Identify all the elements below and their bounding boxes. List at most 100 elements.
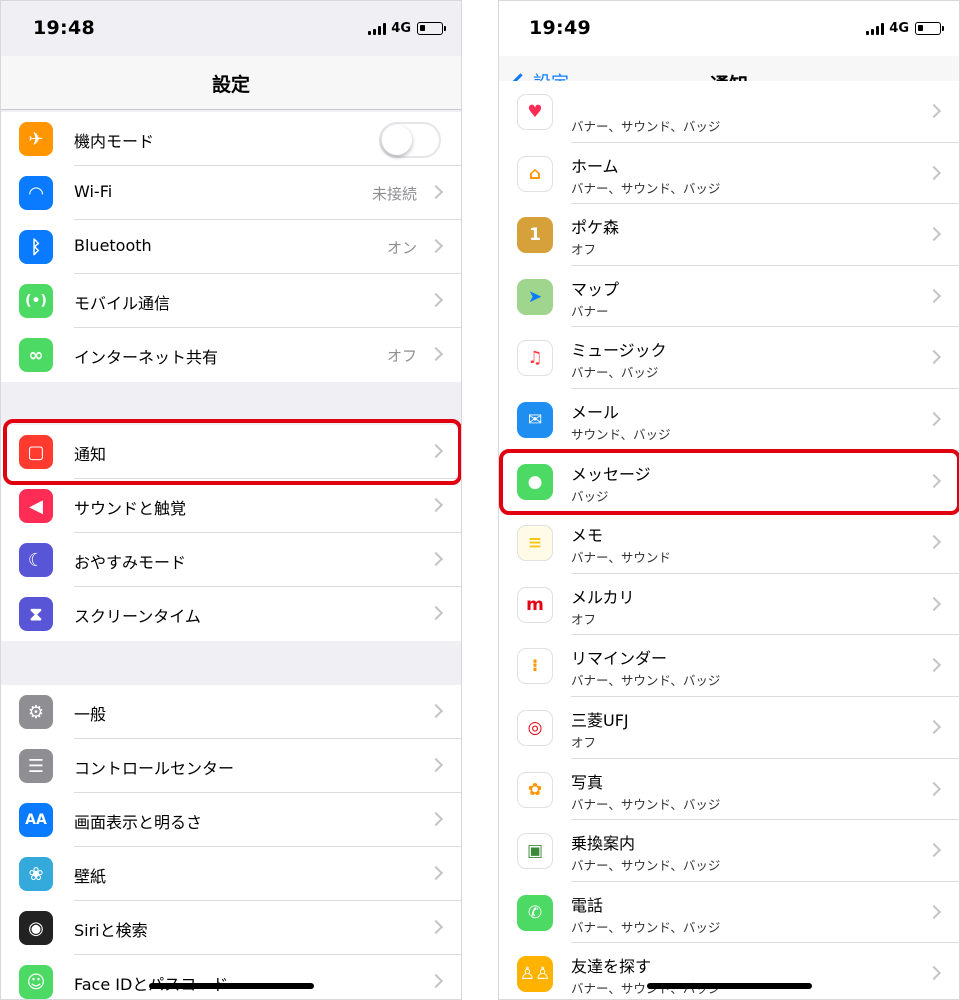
settings-row[interactable]: ⧗ スクリーンタイム	[1, 587, 461, 641]
settings-group-general: ⚙ 一般 ☰ コントロールセンター AA 画面表示と明るさ ❀ 壁紙 ◉ Siriと検索 ☺ Face…	[1, 685, 461, 999]
app-name: ミュージック	[571, 341, 667, 361]
chevron-right-icon	[428, 551, 444, 567]
cellular-signal-icon	[866, 22, 885, 35]
app-notification-row[interactable]: ≡ メモ バナー、サウンド	[499, 512, 959, 574]
bluetooth-icon: ᛒ	[19, 230, 53, 264]
chevron-right-icon	[428, 757, 444, 773]
chevron-right-icon	[428, 238, 444, 254]
settings-row-label: インターネット共有	[74, 348, 219, 367]
chevron-right-icon	[428, 703, 444, 719]
settings-row[interactable]: ☾ おやすみモード	[1, 533, 461, 587]
app-notification-list: ♥ バナー、サウンド、バッジ ⌂ ホーム バナー、サウンド、バッジ 1 ポケ森 オフ ➤ マップバ…	[499, 81, 959, 999]
app-notification-row[interactable]: 1 ポケ森 オフ	[499, 204, 959, 266]
settings-row-label: 機内モード	[74, 132, 155, 151]
moon-icon: ☾	[19, 543, 53, 577]
notification-style: オフ	[571, 242, 597, 258]
app-notification-row[interactable]: ✆ 電話 バナー、サウンド、バッジ	[499, 881, 959, 944]
settings-row-value: オフ	[386, 347, 417, 365]
antenna-icon: (•)	[19, 284, 53, 318]
group-spacer	[1, 382, 461, 425]
chevron-right-icon	[926, 227, 942, 242]
app-name: メール	[571, 402, 620, 422]
settings-row-label: Siriと検索	[74, 921, 148, 940]
settings-row-label: コントロールセンター	[74, 759, 235, 778]
settings-row[interactable]: (•) モバイル通信	[1, 274, 461, 328]
speaker-icon: ◀	[19, 489, 53, 523]
wifi-icon: ◠	[19, 176, 53, 210]
airplane-mode-toggle[interactable]	[379, 122, 441, 158]
app-name: 友達を探す	[571, 957, 652, 977]
settings-row[interactable]: AA 画面表示と明るさ	[1, 793, 461, 847]
photos-icon: ✿	[517, 771, 553, 808]
home-icon: ⌂	[517, 155, 553, 192]
app-notification-row[interactable]: ♥ バナー、サウンド、バッジ	[499, 81, 959, 143]
chevron-right-icon	[428, 973, 444, 989]
settings-row-label: 通知	[74, 445, 107, 464]
app-notification-row[interactable]: ✿ 写真 バナー、サウンド、バッジ	[499, 758, 959, 821]
cellular-signal-icon	[368, 22, 387, 35]
chevron-right-icon	[428, 443, 444, 459]
text-size-icon: AA	[19, 803, 53, 837]
settings-row[interactable]: ∞ インターネット共有 オフ	[1, 328, 461, 382]
chevron-right-icon	[428, 184, 444, 200]
chevron-right-icon	[428, 865, 444, 881]
settings-row-label: サウンドと触覚	[74, 499, 187, 518]
notification-style: バナー、サウンド	[571, 550, 671, 566]
settings-row-label: Wi-Fi	[74, 182, 113, 201]
settings-row-label: Bluetooth	[74, 236, 152, 255]
chevron-right-icon	[428, 497, 444, 513]
chevron-right-icon	[428, 811, 444, 827]
settings-row[interactable]: ◀ サウンドと触覚	[1, 479, 461, 533]
settings-row-value: 未接続	[371, 185, 417, 203]
mercari-icon: m	[517, 586, 553, 623]
settings-row[interactable]: ▢ 通知	[1, 425, 461, 479]
notification-icon: ▢	[19, 435, 53, 469]
home-indicator	[149, 983, 314, 989]
health-icon: ♥	[517, 94, 553, 130]
settings-row-label: おやすみモード	[74, 553, 187, 572]
notes-icon: ≡	[517, 525, 553, 562]
app-name: メルカリ	[571, 587, 635, 607]
settings-row[interactable]: ☺Face IDとパスコード	[1, 955, 461, 999]
settings-row[interactable]: ✈ 機内モード	[1, 112, 461, 166]
status-time: 19:48	[33, 17, 95, 39]
app-notification-row[interactable]: ● メッセージ バッジ	[499, 450, 959, 513]
transit-icon: ▣	[517, 833, 553, 870]
chevron-right-icon	[926, 103, 942, 119]
status-bar: 19:49 4G	[499, 1, 959, 56]
chevron-right-icon	[926, 596, 942, 611]
app-name: 乗換案内	[571, 834, 636, 854]
settings-row[interactable]: ᛒ Bluetooth オン	[1, 220, 461, 274]
settings-screen: 19:48 4G 設定 ✈ 機内モード ◠ Wi-Fi 未接続 ᛒ Bluetooth オン (…	[0, 0, 462, 1000]
app-notification-row[interactable]: ▣ 乗換案内 バナー、サウンド、バッジ	[499, 820, 959, 882]
settings-row[interactable]: ◉ Siriと検索	[1, 901, 461, 955]
pokemori-icon: 1	[517, 217, 553, 254]
app-notification-row[interactable]: ⁝ リマインダー バナー、サウンド、バッジ	[499, 635, 959, 697]
app-notification-row[interactable]: ♙♙ 友達を探す バナー、サウンド、バッジ	[499, 943, 959, 999]
app-notification-row[interactable]: ⌂ ホーム バナー、サウンド、バッジ	[499, 142, 959, 205]
hourglass-icon: ⧗	[19, 597, 53, 631]
mail-icon: ✉	[517, 401, 553, 438]
status-bar: 19:48 4G	[1, 1, 461, 56]
chevron-right-icon	[428, 919, 444, 935]
chevron-right-icon	[926, 288, 942, 303]
settings-row[interactable]: ❀ 壁紙	[1, 847, 461, 901]
app-notification-row[interactable]: ♫ ミュージック バナー、バッジ	[499, 327, 959, 389]
link-icon: ∞	[19, 338, 53, 372]
app-notification-row[interactable]: ✉ メールサウンド、バッジ	[499, 388, 959, 451]
notification-style: サウンド、バッジ	[571, 426, 671, 442]
navigation-bar: 設定	[1, 56, 461, 110]
settings-row-label: 画面表示と明るさ	[74, 813, 203, 832]
settings-group-notifications: ▢ 通知 ◀ サウンドと触覚 ☾ おやすみモード ⧗ スクリーンタイム	[1, 425, 461, 641]
settings-row[interactable]: ◠ Wi-Fi 未接続	[1, 166, 461, 220]
notifications-screen: 19:49 4G 設定 通知 ♥バナー、サウンド、バッジ⌂ホームバナー、サウンド…	[498, 0, 960, 1000]
app-notification-row[interactable]: ◎ 三菱UFJ オフ	[499, 696, 959, 759]
chevron-right-icon	[926, 966, 942, 981]
mufg-icon: ◎	[517, 709, 553, 746]
settings-row[interactable]: ☰ コントロールセンター	[1, 739, 461, 793]
settings-row[interactable]: ⚙ 一般	[1, 685, 461, 739]
app-notification-row[interactable]: ➤ マップ バナー	[499, 265, 959, 328]
app-notification-row[interactable]: m メルカリ オフ	[499, 573, 959, 636]
battery-icon	[915, 22, 944, 35]
chevron-right-icon	[926, 411, 942, 427]
